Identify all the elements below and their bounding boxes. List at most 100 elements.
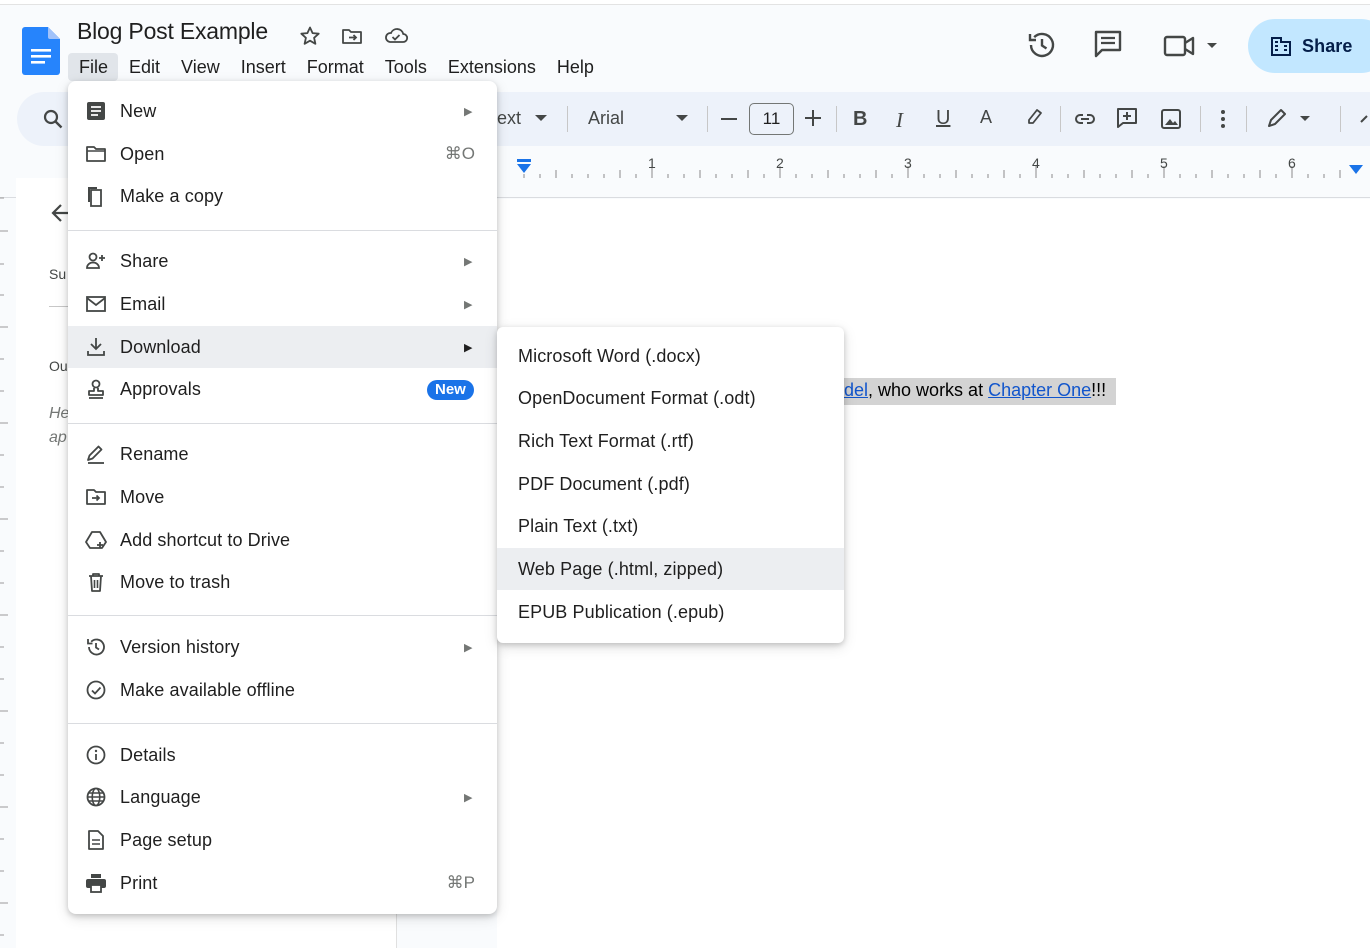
- download-epub[interactable]: EPUB Publication (.epub): [497, 591, 844, 633]
- file-menu-details[interactable]: Details: [68, 734, 497, 776]
- share-person-icon: [85, 250, 107, 272]
- outline-hint-line1: He: [49, 405, 70, 422]
- download-odt[interactable]: OpenDocument Format (.odt): [497, 377, 844, 419]
- rename-icon: [85, 443, 107, 465]
- file-menu-share[interactable]: Share ▶: [68, 240, 497, 282]
- file-menu-move-to-trash[interactable]: Move to trash: [68, 561, 497, 603]
- doc-text-end: !!!: [1091, 380, 1107, 400]
- file-menu-label: Print: [120, 872, 158, 893]
- menu-tools[interactable]: Tools: [374, 53, 437, 81]
- star-icon[interactable]: [298, 24, 322, 48]
- file-menu-rename[interactable]: Rename: [68, 433, 497, 475]
- menu-view[interactable]: View: [170, 53, 230, 81]
- italic-icon[interactable]: I: [896, 108, 903, 133]
- submenu-arrow-icon: ▶: [464, 641, 473, 654]
- collapse-toolbar-icon[interactable]: [1360, 112, 1370, 126]
- file-menu-add-shortcut[interactable]: Add shortcut to Drive: [68, 519, 497, 561]
- file-menu-language[interactable]: Language ▶: [68, 776, 497, 818]
- file-menu-make-copy[interactable]: Make a copy: [68, 175, 497, 217]
- file-menu-label: Details: [120, 744, 176, 765]
- share-button-label: Share: [1302, 35, 1353, 56]
- file-menu-label: New: [120, 100, 157, 121]
- comments-icon[interactable]: [1093, 29, 1123, 59]
- file-menu-move[interactable]: Move: [68, 476, 497, 518]
- file-menu-email[interactable]: Email ▶: [68, 283, 497, 325]
- doc-link-chapter-one[interactable]: Chapter One: [988, 380, 1091, 400]
- file-menu-download[interactable]: Download ▶: [68, 326, 497, 368]
- file-menu-label: Add shortcut to Drive: [120, 529, 291, 550]
- ruler-number: 5: [1160, 155, 1168, 171]
- shortcut-text: ⌘P: [446, 873, 475, 892]
- menu-divider: [68, 230, 497, 231]
- drive-shortcut-icon: [85, 529, 107, 551]
- text-color-icon[interactable]: A: [980, 107, 992, 128]
- move-folder-icon: [85, 486, 107, 508]
- add-comment-icon[interactable]: [1116, 107, 1138, 129]
- search-menus-icon[interactable]: [42, 108, 64, 130]
- version-history-icon[interactable]: [1026, 29, 1058, 61]
- font-size-input[interactable]: 11: [749, 103, 794, 135]
- ruler-number: 4: [1032, 155, 1040, 171]
- file-menu-open[interactable]: Open ⌘O: [68, 133, 497, 175]
- download-txt[interactable]: Plain Text (.txt): [497, 505, 844, 547]
- menu-help[interactable]: Help: [546, 53, 604, 81]
- ruler-number: 1: [648, 155, 656, 171]
- file-menu-label: Rename: [120, 443, 189, 464]
- more-options-icon[interactable]: [1220, 109, 1226, 129]
- increase-font-icon[interactable]: [804, 109, 822, 127]
- file-menu-new[interactable]: New ▶: [68, 90, 497, 132]
- download-pdf[interactable]: PDF Document (.pdf): [497, 463, 844, 505]
- outline-hint-line2: ap: [49, 429, 67, 446]
- shortcut-text: ⌘O: [444, 144, 475, 163]
- file-menu-print[interactable]: Print ⌘P: [68, 862, 497, 904]
- file-menu-label: Move: [120, 486, 165, 507]
- outline-heading: Ou: [49, 358, 68, 374]
- download-html-zipped[interactable]: Web Page (.html, zipped): [497, 548, 844, 590]
- style-dropdown-icon[interactable]: [534, 114, 548, 122]
- download-option-label: PDF Document (.pdf): [518, 474, 690, 494]
- file-menu-label: Language: [120, 786, 201, 807]
- ruler-number: 2: [776, 155, 784, 171]
- cloud-saved-icon[interactable]: [383, 24, 409, 48]
- file-menu-version-history[interactable]: Version history ▶: [68, 626, 497, 668]
- submenu-arrow-icon: ▶: [464, 341, 473, 354]
- menu-file[interactable]: File: [68, 53, 119, 81]
- horizontal-ruler[interactable]: [497, 152, 1370, 178]
- insert-link-icon[interactable]: [1073, 110, 1097, 128]
- file-menu-label: Approvals: [120, 378, 201, 399]
- download-docx[interactable]: Microsoft Word (.docx): [497, 335, 844, 377]
- meet-video-icon[interactable]: [1163, 33, 1221, 59]
- font-name[interactable]: Arial: [588, 108, 624, 129]
- trash-icon: [85, 571, 107, 593]
- vertical-ruler[interactable]: [0, 178, 16, 948]
- download-rtf[interactable]: Rich Text Format (.rtf): [497, 420, 844, 462]
- file-menu-page-setup[interactable]: Page setup: [68, 819, 497, 861]
- move-to-folder-icon[interactable]: [340, 24, 364, 48]
- document-title[interactable]: Blog Post Example: [77, 18, 268, 45]
- submenu-arrow-icon: ▶: [464, 255, 473, 268]
- file-menu-make-offline[interactable]: Make available offline: [68, 669, 497, 711]
- download-option-label: Web Page (.html, zipped): [518, 559, 724, 579]
- insert-image-icon[interactable]: [1160, 108, 1182, 130]
- share-button[interactable]: Share: [1248, 19, 1370, 73]
- paragraph-style-text[interactable]: ext: [497, 108, 521, 129]
- info-icon: [85, 744, 107, 766]
- menu-edit[interactable]: Edit: [118, 53, 170, 81]
- menu-format[interactable]: Format: [296, 53, 374, 81]
- doc-link-partial[interactable]: del: [844, 380, 868, 400]
- file-menu-label: Share: [120, 250, 169, 271]
- underline-icon[interactable]: U: [936, 107, 950, 130]
- menu-insert[interactable]: Insert: [230, 53, 296, 81]
- download-option-label: Plain Text (.txt): [518, 516, 639, 536]
- file-menu-label: Open: [120, 143, 165, 164]
- font-dropdown-icon[interactable]: [675, 114, 689, 122]
- selected-text-line[interactable]: del, who works at Chapter One!!!: [840, 378, 1117, 405]
- bold-icon[interactable]: B: [853, 108, 867, 131]
- docs-logo-icon[interactable]: [22, 27, 60, 75]
- editing-mode-icon[interactable]: [1265, 108, 1311, 130]
- menu-extensions[interactable]: Extensions: [437, 53, 546, 81]
- highlight-color-icon[interactable]: [1024, 107, 1044, 127]
- decrease-font-icon[interactable]: [720, 117, 738, 121]
- file-menu-approvals[interactable]: Approvals New: [68, 368, 497, 410]
- doc-text: , who works at: [868, 380, 989, 400]
